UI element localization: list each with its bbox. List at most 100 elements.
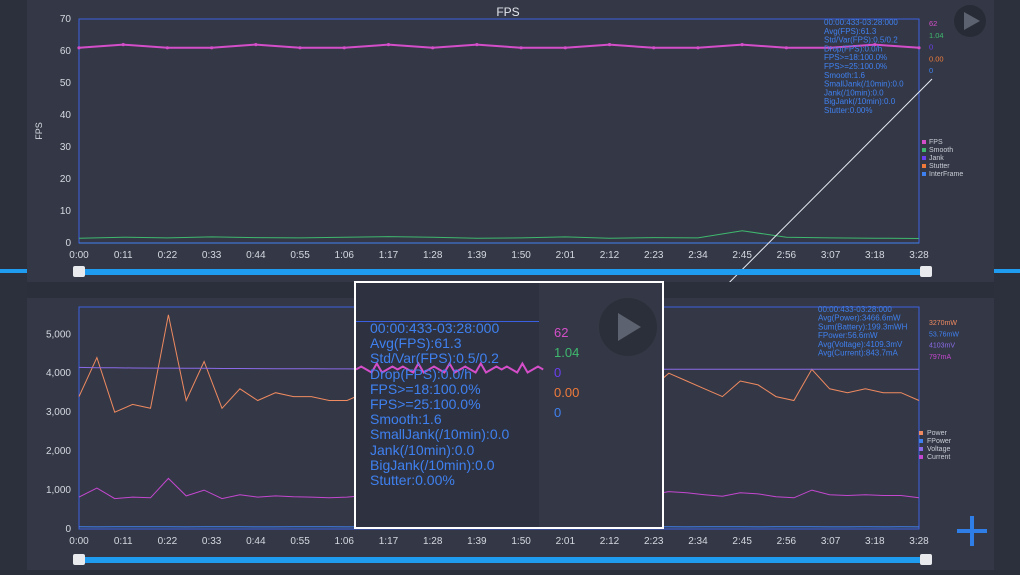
power-stat-line: Avg(Power):3466.6mW xyxy=(818,314,901,323)
fps-stat-line: Jank(/10min):0.0 xyxy=(824,88,884,97)
fps-stat-line: Std/Var(FPS):0.5/0.2 xyxy=(824,36,898,45)
fps-chart-title: FPS xyxy=(496,5,519,19)
add-chart-button[interactable] xyxy=(952,512,992,552)
zoom-current-value: 62 xyxy=(554,325,568,340)
y-tick-label: 40 xyxy=(60,110,72,121)
legend-entry: Smooth xyxy=(929,147,953,154)
fps-current-value: 0 xyxy=(929,66,933,75)
legend-swatch xyxy=(919,455,923,459)
y-tick-label: 30 xyxy=(60,142,72,153)
fps-stat-line: BigJank(/10min):0.0 xyxy=(824,97,896,106)
background-right-strip xyxy=(994,0,1020,570)
fps-time-scrollbar[interactable] xyxy=(79,269,932,275)
legend-swatch xyxy=(922,164,926,168)
x-tick-label: 1:06 xyxy=(335,250,355,261)
x-tick-label: 1:28 xyxy=(423,536,443,547)
y-tick-label: 0 xyxy=(65,524,71,535)
fps-point xyxy=(298,46,301,49)
legend-entry: Stutter xyxy=(929,163,950,170)
x-tick-label: 0:55 xyxy=(290,250,310,261)
legend-swatch xyxy=(919,431,923,435)
x-tick-label: 2:23 xyxy=(644,250,664,261)
x-tick-label: 2:12 xyxy=(600,536,620,547)
zoom-current-value: 0 xyxy=(554,405,561,420)
fps-scroll-handle-right[interactable] xyxy=(920,266,932,277)
fps-point xyxy=(917,46,920,49)
fps-chart: FPS FPS 010203040506070 0:000:110:220:33… xyxy=(27,0,994,282)
y-tick-label: 5,000 xyxy=(46,329,71,340)
x-tick-label: 3:18 xyxy=(865,536,885,547)
y-tick-label: 20 xyxy=(60,174,72,185)
fps-y-axis-label: FPS xyxy=(34,122,44,140)
plot-frame xyxy=(79,19,919,243)
fps-current-values: 621.0400.000 xyxy=(929,19,944,75)
x-tick-label: 2:34 xyxy=(688,250,708,261)
legend-entry: Jank xyxy=(929,155,944,162)
zoom-stat-line: FPS>=18:100.0% xyxy=(370,382,509,397)
zoom-stat-line: Avg(FPS):61.3 xyxy=(370,336,509,351)
x-tick-label: 0:44 xyxy=(246,250,266,261)
series-line-smooth xyxy=(79,231,919,239)
legend-entry: FPower xyxy=(927,438,952,445)
legend-entry: InterFrame xyxy=(929,171,963,178)
fps-current-value: 0 xyxy=(929,43,933,52)
fps-chart-panel: FPS FPS 010203040506070 0:000:110:220:33… xyxy=(27,0,994,282)
right-strip-rule xyxy=(994,269,1020,273)
zoom-current-value: 1.04 xyxy=(554,345,579,360)
zoom-stat-line: SmallJank(/10min):0.0 xyxy=(370,427,509,442)
x-tick-label: 1:28 xyxy=(423,250,443,261)
fps-stat-line: FPS>=18:100.0% xyxy=(824,53,887,62)
x-tick-label: 2:23 xyxy=(644,536,664,547)
power-stat-line: FPower:56.6mW xyxy=(818,331,878,340)
fps-scroll-handle-left[interactable] xyxy=(73,266,85,277)
power-scroll-handle-left[interactable] xyxy=(73,554,85,565)
power-scroll-handle-right[interactable] xyxy=(920,554,932,565)
x-tick-label: 0:33 xyxy=(202,250,222,261)
x-tick-label: 1:17 xyxy=(379,536,399,547)
power-current-value: 3270mW xyxy=(929,320,957,327)
fps-point xyxy=(564,46,567,49)
x-tick-label: 2:01 xyxy=(556,536,576,547)
x-tick-label: 0:55 xyxy=(290,536,310,547)
fps-point xyxy=(77,46,80,49)
y-tick-label: 70 xyxy=(60,14,72,25)
power-current-value: 53.76mW xyxy=(929,331,959,338)
x-tick-label: 0:22 xyxy=(158,536,178,547)
fps-point xyxy=(741,43,744,46)
x-tick-label: 2:12 xyxy=(600,250,620,261)
power-stat-line: 00:00:433-03:28:000 xyxy=(818,305,892,314)
x-tick-label: 0:11 xyxy=(114,250,133,261)
zoom-pointer-line xyxy=(669,79,932,282)
x-tick-label: 0:00 xyxy=(69,250,89,261)
y-tick-label: 50 xyxy=(60,78,72,89)
zoom-stat-line: Std/Var(FPS):0.5/0.2 xyxy=(370,351,509,366)
fps-y-ticks: 010203040506070 xyxy=(60,14,72,249)
legend-entry: Current xyxy=(927,454,950,461)
x-tick-label: 0:33 xyxy=(202,536,222,547)
zoom-stat-line: FPS>=25:100.0% xyxy=(370,397,509,412)
x-tick-label: 3:18 xyxy=(865,250,885,261)
fps-legend: FPSSmoothJankStutterInterFrame xyxy=(922,139,963,178)
power-time-scrollbar[interactable] xyxy=(79,557,932,563)
zoom-stats-block: 00:00:433-03:28:000Avg(FPS):61.3Std/Var(… xyxy=(370,321,509,488)
legend-swatch xyxy=(922,140,926,144)
zoom-stat-line: 00:00:433-03:28:000 xyxy=(370,321,509,336)
series-line-fps xyxy=(79,45,919,48)
fps-point xyxy=(785,46,788,49)
x-tick-label: 3:28 xyxy=(909,250,929,261)
fps-current-value: 62 xyxy=(929,19,937,28)
zoom-stat-line: Smooth:1.6 xyxy=(370,412,509,427)
fps-stat-line: FPS>=25:100.0% xyxy=(824,62,887,71)
fps-point xyxy=(431,46,434,49)
x-tick-label: 1:17 xyxy=(379,250,399,261)
legend-swatch xyxy=(922,148,926,152)
fps-stat-line: Smooth:1.6 xyxy=(824,71,865,80)
y-tick-label: 1,000 xyxy=(46,485,71,496)
fps-stat-line: Stutter:0.00% xyxy=(824,106,872,115)
legend-entry: FPS xyxy=(929,139,943,146)
x-tick-label: 2:45 xyxy=(732,250,752,261)
power-y-ticks: 01,0002,0003,0004,0005,000 xyxy=(46,329,71,535)
x-tick-label: 2:45 xyxy=(732,536,752,547)
zoom-inset: 00:00:433-03:28:000Avg(FPS):61.3Std/Var(… xyxy=(354,281,664,529)
y-tick-label: 3,000 xyxy=(46,407,71,418)
